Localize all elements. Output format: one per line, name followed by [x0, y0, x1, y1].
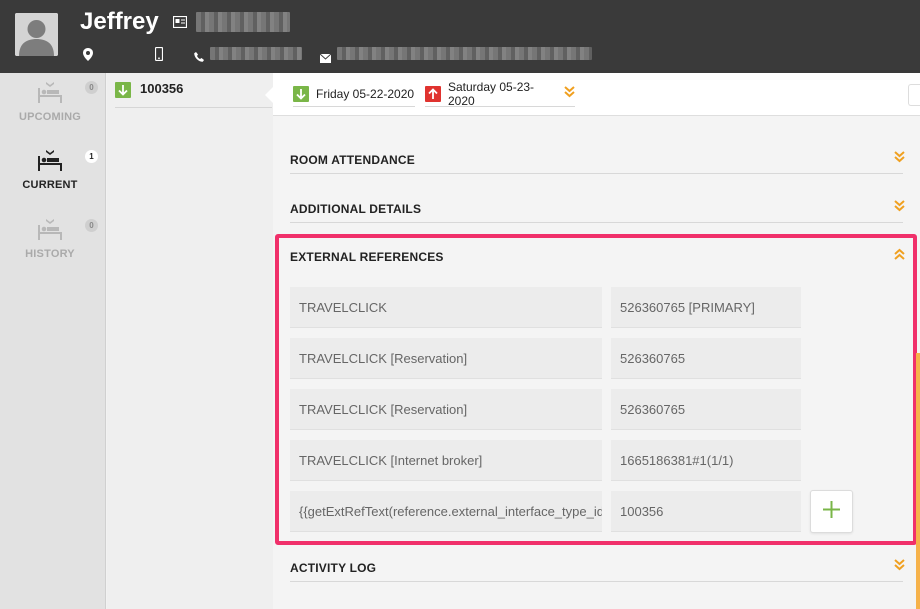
reservation-list: 100356: [107, 73, 273, 609]
reference-value-field: 526360765: [611, 338, 801, 379]
arrow-down-icon: [293, 86, 309, 102]
reference-type-field: TRAVELCLICK [Internet broker]: [290, 440, 602, 481]
departure-date: Saturday 05-23-2020: [448, 80, 535, 108]
nav-current-label: CURRENT: [22, 179, 78, 191]
new-reference-value-input[interactable]: 100356: [611, 491, 801, 532]
guest-header: Jeffrey: [0, 0, 920, 73]
plus-icon: [822, 500, 841, 524]
nav-upcoming-badge: 0: [85, 81, 98, 94]
activity-log-section[interactable]: ACTIVITY LOG: [290, 555, 905, 582]
reference-type-field: TRAVELCLICK [Reservation]: [290, 338, 602, 379]
reference-value-field: 526360765: [611, 389, 801, 430]
reference-type-field: TRAVELCLICK [Reservation]: [290, 389, 602, 430]
chevron-double-down-icon[interactable]: [564, 85, 575, 103]
reservation-number: 100356: [140, 81, 184, 96]
guest-lastname-redacted: [196, 12, 290, 32]
envelope-icon[interactable]: [319, 50, 332, 68]
section-title: ACTIVITY LOG: [290, 561, 377, 575]
scroll-indicator[interactable]: [916, 353, 920, 609]
external-references-section[interactable]: EXTERNAL REFERENCES: [290, 244, 905, 271]
arrow-down-green-icon: [115, 82, 131, 98]
chevron-double-down-icon[interactable]: [894, 558, 905, 576]
arrival-date-chip[interactable]: Friday 05-22-2020: [293, 82, 415, 107]
nav-history-badge: 0: [85, 219, 98, 232]
reference-type-field: TRAVELCLICK: [290, 287, 602, 328]
chevron-down-icon[interactable]: [908, 84, 920, 106]
arrow-up-icon: [425, 86, 441, 102]
bed-arrow-icon: [37, 82, 63, 108]
new-reference-type-select[interactable]: {{getExtRefText(reference.external_inter…: [290, 491, 602, 532]
add-reference-button[interactable]: [810, 490, 853, 533]
email-redacted: [337, 47, 592, 60]
room-attendance-section[interactable]: ROOM ATTENDANCE: [290, 147, 905, 174]
reservation-status-nav: UPCOMING 0 CURRENT 1 HISTORY 0: [0, 73, 106, 609]
nav-current-badge: 1: [85, 150, 98, 163]
nav-upcoming-label: UPCOMING: [18, 111, 82, 123]
phone-icon[interactable]: [194, 49, 204, 67]
guest-name: Jeffrey: [80, 8, 159, 35]
id-card-icon[interactable]: [172, 15, 188, 33]
reference-value-field: 1665186381#1(1/1): [611, 440, 801, 481]
list-item[interactable]: 100356: [115, 80, 272, 108]
date-bar: Friday 05-22-2020 Saturday 05-23-2020: [273, 73, 920, 116]
reservation-detail: Friday 05-22-2020 Saturday 05-23-2020 RO…: [273, 73, 920, 609]
additional-details-section[interactable]: ADDITIONAL DETAILS: [290, 196, 905, 223]
section-title: EXTERNAL REFERENCES: [290, 250, 444, 264]
bed-arrow-icon: [37, 150, 63, 176]
arrival-date: Friday 05-22-2020: [316, 87, 415, 101]
chevron-double-up-icon[interactable]: [894, 247, 905, 265]
nav-history-label: HISTORY: [25, 248, 75, 260]
chevron-double-down-icon[interactable]: [894, 199, 905, 217]
mobile-phone-icon[interactable]: [154, 46, 164, 66]
reference-value-field: 526360765 [PRIMARY]: [611, 287, 801, 328]
section-title: ADDITIONAL DETAILS: [290, 202, 422, 216]
section-title: ROOM ATTENDANCE: [290, 153, 415, 167]
location-pin-icon[interactable]: [83, 48, 93, 66]
phone-number-redacted: [210, 47, 302, 60]
avatar: [15, 13, 58, 56]
departure-date-chip[interactable]: Saturday 05-23-2020: [425, 80, 575, 108]
bed-arrow-icon: [37, 219, 63, 245]
chevron-double-down-icon[interactable]: [894, 150, 905, 168]
